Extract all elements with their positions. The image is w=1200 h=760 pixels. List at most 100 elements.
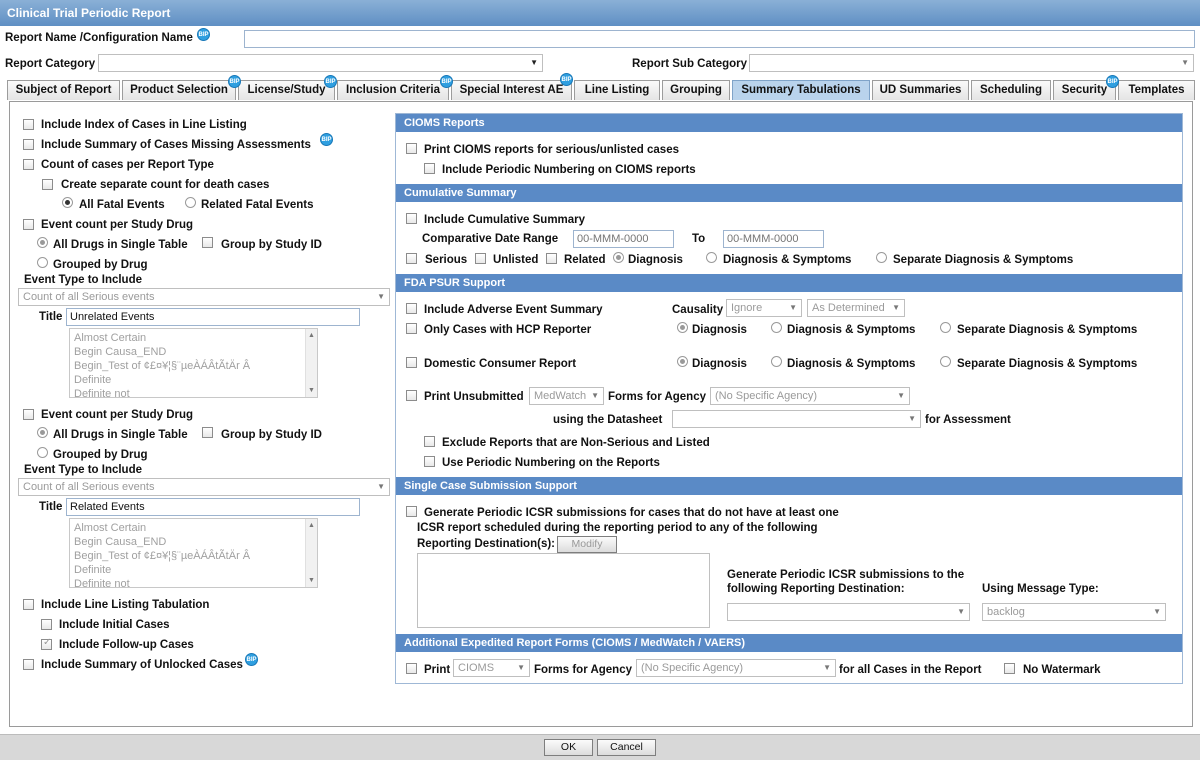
agency-select[interactable]: (No Specific Agency) ▼ — [710, 387, 910, 405]
print-expedited-checkbox[interactable] — [406, 663, 417, 674]
cum-sep-diag-radio[interactable] — [876, 252, 887, 263]
chevron-down-icon: ▼ — [591, 391, 599, 400]
datasheet-select[interactable]: ▼ — [672, 410, 921, 428]
dom-sep-diag-radio[interactable] — [940, 356, 951, 367]
grouped-by-drug-radio[interactable] — [37, 257, 48, 268]
hcp-diagnosis-radio[interactable] — [677, 322, 688, 333]
list-item[interactable]: Definite not — [70, 387, 317, 401]
list-item[interactable]: Definite not — [70, 577, 317, 591]
hcp-checkbox[interactable] — [406, 323, 417, 334]
list-item[interactable]: Begin Causa_END — [70, 535, 317, 549]
list-item[interactable]: Begin Causa_END — [70, 345, 317, 359]
tab-ud-summaries[interactable]: UD Summaries — [872, 80, 969, 100]
serious-checkbox[interactable] — [406, 253, 417, 264]
include-unlocked-checkbox[interactable] — [23, 659, 34, 670]
title-input[interactable] — [66, 308, 360, 326]
chevron-down-icon: ▼ — [530, 58, 538, 67]
tab-templates[interactable]: Templates — [1118, 80, 1195, 100]
hcp-diag-symp-label: Diagnosis & Symptoms — [787, 324, 916, 336]
tab-license-study[interactable]: License/Study — [238, 80, 335, 100]
list-item[interactable]: Begin_Test of ¢£¤¥¦§¨µeÀÁÂtÃtÄr Â — [70, 359, 317, 373]
include-index-checkbox[interactable] — [23, 119, 34, 130]
all-drugs-radio-2[interactable] — [37, 427, 48, 438]
title-label: Title — [39, 311, 63, 323]
report-subcategory-select[interactable]: ▼ — [749, 54, 1194, 72]
list-item[interactable]: Almost Certain — [70, 331, 317, 345]
event-count-checkbox[interactable] — [23, 219, 34, 230]
related-checkbox[interactable] — [546, 253, 557, 264]
chevron-down-icon: ▼ — [908, 414, 916, 423]
list-item[interactable]: Begin_Test of ¢£¤¥¦§¨µeÀÁÂtÃtÄr Â — [70, 549, 317, 563]
generate-icsr-checkbox[interactable] — [406, 506, 417, 517]
tab-scheduling[interactable]: Scheduling — [971, 80, 1051, 100]
tab-product-selection[interactable]: Product Selection — [122, 80, 236, 100]
cum-diag-symp-radio[interactable] — [706, 252, 717, 263]
tab-grouping[interactable]: Grouping — [662, 80, 730, 100]
for-all-label: for all Cases in the Report — [839, 664, 982, 676]
tab-summary-tabulations[interactable]: Summary Tabulations — [732, 80, 870, 100]
dest-select[interactable]: ▼ — [727, 603, 970, 621]
include-initial-checkbox[interactable] — [41, 619, 52, 630]
to-date-input[interactable] — [723, 230, 824, 248]
dom-sep-diag-label: Separate Diagnosis & Symptoms — [957, 358, 1138, 370]
cioms-select[interactable]: CIOMS ▼ — [453, 659, 530, 677]
include-cumulative-checkbox[interactable] — [406, 213, 417, 224]
exclude-ns-checkbox[interactable] — [424, 436, 435, 447]
event-type-select-2[interactable]: Count of all Serious events ▼ — [18, 478, 390, 496]
report-category-select[interactable]: ▼ — [98, 54, 543, 72]
ok-button[interactable]: OK — [544, 739, 593, 756]
tab-line-listing[interactable]: Line Listing — [574, 80, 660, 100]
print-unsub-checkbox[interactable] — [406, 390, 417, 401]
event-type-select[interactable]: Count of all Serious events ▼ — [18, 288, 390, 306]
include-ll-tab-checkbox[interactable] — [23, 599, 34, 610]
hcp-sep-diag-radio[interactable] — [940, 322, 951, 333]
domestic-checkbox[interactable] — [406, 357, 417, 368]
grouped-by-drug-radio-2[interactable] — [37, 447, 48, 458]
all-fatal-radio[interactable] — [62, 197, 73, 208]
gen-to-label-1: Generate Periodic ICSR submissions to th… — [727, 569, 965, 581]
cum-diagnosis-radio[interactable] — [613, 252, 624, 263]
print-cioms-checkbox[interactable] — [406, 143, 417, 154]
unlisted-checkbox[interactable] — [475, 253, 486, 264]
exp-agency-select[interactable]: (No Specific Agency) ▼ — [636, 659, 836, 677]
gen-to-label-2: following Reporting Destination: — [727, 583, 905, 595]
tab-inclusion-criteria[interactable]: Inclusion Criteria — [337, 80, 449, 100]
hcp-label: Only Cases with HCP Reporter — [424, 324, 592, 336]
no-watermark-checkbox[interactable] — [1004, 663, 1015, 674]
list-item[interactable]: Definite — [70, 563, 317, 577]
list-item[interactable]: Definite — [70, 373, 317, 387]
count-per-type-checkbox[interactable] — [23, 159, 34, 170]
hcp-diag-symp-radio[interactable] — [771, 322, 782, 333]
reporting-dest-list[interactable] — [417, 553, 710, 628]
causality-listbox[interactable]: Almost Certain Begin Causa_END Begin_Tes… — [69, 328, 318, 401]
scrollbar[interactable]: ▲ ▼ — [305, 329, 317, 397]
medwatch-select[interactable]: MedWatch ▼ — [529, 387, 604, 405]
scrollbar[interactable]: ▲ ▼ — [305, 519, 317, 587]
from-date-input[interactable] — [573, 230, 674, 248]
tab-special-interest-ae[interactable]: Special Interest AE — [451, 80, 572, 100]
cancel-button[interactable]: Cancel — [597, 739, 656, 756]
tab-subject-of-report[interactable]: Subject of Report — [7, 80, 120, 100]
dom-diag-symp-radio[interactable] — [771, 356, 782, 367]
causality-select[interactable]: Ignore ▼ — [726, 299, 802, 317]
causality-listbox-2[interactable]: Almost Certain Begin Causa_END Begin_Tes… — [69, 518, 318, 591]
group-by-study-checkbox-2[interactable] — [202, 427, 213, 438]
modify-button[interactable]: Modify — [557, 536, 617, 553]
periodic-numbering-checkbox[interactable] — [424, 163, 435, 174]
include-ae-checkbox[interactable] — [406, 303, 417, 314]
include-missing-checkbox[interactable] — [23, 139, 34, 150]
include-followup-checkbox[interactable] — [41, 637, 52, 650]
separate-death-checkbox[interactable] — [42, 179, 53, 190]
title-input-2[interactable] — [66, 498, 360, 516]
event-count-checkbox-2[interactable] — [23, 409, 34, 420]
dom-diagnosis-radio[interactable] — [677, 356, 688, 367]
serious-label: Serious — [425, 254, 468, 266]
use-periodic-checkbox[interactable] — [424, 456, 435, 467]
group-by-study-checkbox[interactable] — [202, 237, 213, 248]
list-item[interactable]: Almost Certain — [70, 521, 317, 535]
as-determined-select[interactable]: As Determined ▼ — [807, 299, 905, 317]
msg-type-select[interactable]: backlog ▼ — [982, 603, 1166, 621]
all-drugs-radio[interactable] — [37, 237, 48, 248]
related-fatal-radio[interactable] — [185, 197, 196, 208]
report-name-input[interactable] — [244, 30, 1195, 48]
